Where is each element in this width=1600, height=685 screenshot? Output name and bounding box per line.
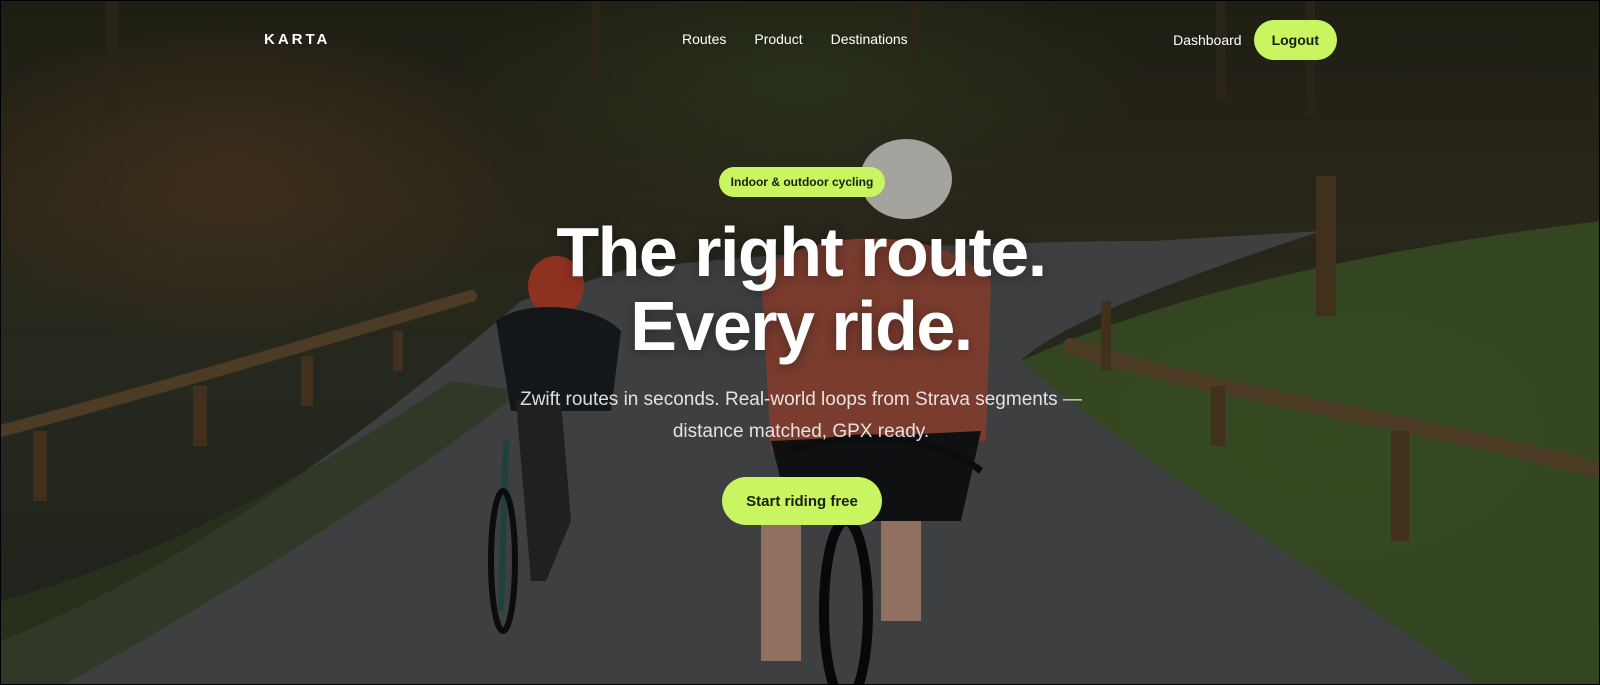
nav-link-product[interactable]: Product [754,31,802,47]
top-nav: KARTA Routes Product Destinations Dashbo… [1,19,1599,61]
category-badge: Indoor & outdoor cycling [719,167,885,197]
subtitle-line-2: distance matched, GPX ready. [672,421,930,442]
start-riding-button[interactable]: Start riding free [722,477,882,525]
nav-link-destinations[interactable]: Destinations [831,31,908,47]
headline-line-2: Every ride. [630,287,973,365]
brand-logo[interactable]: KARTA [264,31,330,48]
nav-links: Routes Product Destinations [682,31,908,47]
hero-headline: The right route. Every ride. [1,213,1599,365]
hero-section: KARTA Routes Product Destinations Dashbo… [0,0,1600,685]
logout-button[interactable]: Logout [1253,20,1337,60]
nav-link-routes[interactable]: Routes [682,31,726,47]
hero-subtitle: Zwift routes in seconds. Real-world loop… [1,384,1599,448]
nav-actions: Dashboard Logout [1173,19,1337,61]
headline-line-1: The right route. [556,213,1047,291]
subtitle-line-1: Zwift routes in seconds. Real-world loop… [520,389,1082,410]
dashboard-link[interactable]: Dashboard [1173,32,1242,48]
